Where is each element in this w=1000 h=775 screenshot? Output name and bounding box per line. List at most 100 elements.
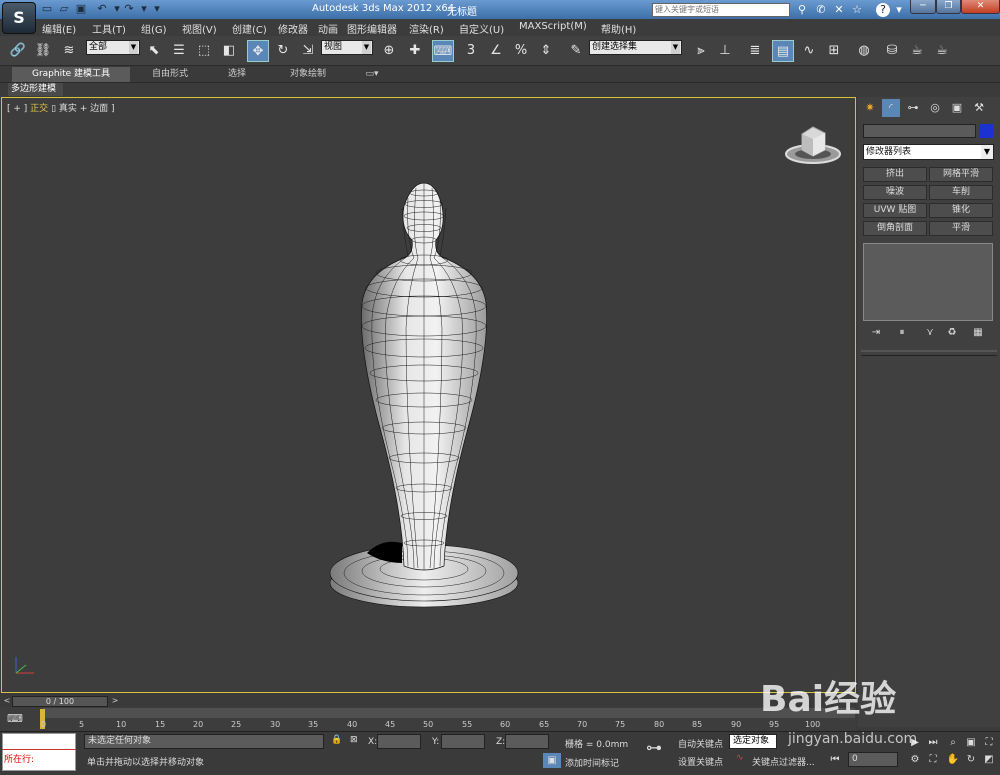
go-to-start-icon[interactable]: ⏮	[826, 752, 844, 767]
motion-tab-icon[interactable]: ◎	[926, 99, 944, 117]
field-of-view-icon[interactable]: ◩	[980, 752, 998, 767]
align-icon[interactable]: ⊥	[714, 40, 736, 62]
mirror-icon[interactable]: ⫸	[690, 40, 712, 62]
z-coordinate-field[interactable]	[505, 734, 549, 749]
pan-view-icon[interactable]: ✋	[944, 752, 962, 767]
modifier-extrude-button[interactable]: 挤出	[863, 167, 927, 182]
viewport-label[interactable]: [ + ] 正交 ▯ 真实 + 边面 ]	[7, 101, 115, 114]
redo-icon[interactable]: ↷	[122, 2, 136, 16]
lock-selection-icon[interactable]: 🔒	[331, 735, 342, 745]
application-button[interactable]: S	[2, 2, 36, 34]
snaps-toggle-icon[interactable]: 3	[460, 40, 482, 62]
new-file-icon[interactable]: ▭	[40, 2, 54, 16]
save-icon[interactable]: ▣	[74, 2, 88, 16]
modify-tab-icon[interactable]: ◜	[882, 99, 900, 117]
configure-sets-icon[interactable]: ▦	[970, 327, 986, 341]
perspective-viewport[interactable]: [ + ] 正交 ▯ 真实 + 边面 ]	[1, 97, 856, 693]
layer-manager-icon[interactable]: ≣	[744, 40, 766, 62]
selection-region-icon[interactable]: ⬚	[193, 40, 215, 62]
display-tab-icon[interactable]: ▣	[948, 99, 966, 117]
modifier-taper-button[interactable]: 锥化	[929, 203, 993, 218]
rendered-frame-window-icon[interactable]: ☕	[906, 40, 928, 62]
ribbon-panel-polygon-modeling[interactable]: 多边形建模	[8, 83, 63, 96]
mini-curve-editor-icon[interactable]: ⌨	[6, 712, 24, 726]
select-by-name-icon[interactable]: ☰	[168, 40, 190, 62]
current-frame-field[interactable]: 0	[848, 752, 898, 767]
spinner-snap-icon[interactable]: ⇕	[535, 40, 557, 62]
bind-space-warp-icon[interactable]: ≋	[58, 40, 80, 62]
go-to-end-icon[interactable]: ⏭	[924, 735, 942, 750]
auto-key-button[interactable]: 自动关键点	[678, 737, 723, 750]
set-key-button[interactable]: 设置关键点	[678, 755, 723, 768]
zoom-all-icon[interactable]: ▣	[962, 735, 980, 750]
viewcube[interactable]	[782, 120, 844, 170]
set-key-icon[interactable]: ⊶	[646, 738, 662, 757]
modifier-list-dropdown[interactable]: 修改器列表 ▼	[863, 144, 994, 160]
close-button[interactable]: ✕	[961, 0, 1000, 14]
tab-selection[interactable]: 选择	[210, 67, 264, 82]
viewport-shading-label[interactable]: 真实	[59, 104, 77, 114]
menu-tools[interactable]: 工具(T)	[92, 21, 126, 36]
add-time-tag-button[interactable]: 添加时间标记	[565, 756, 619, 769]
menu-customize[interactable]: 自定义(U)	[459, 21, 504, 36]
menu-rendering[interactable]: 渲染(R)	[409, 21, 444, 36]
utilities-tab-icon[interactable]: ⚒	[970, 99, 988, 117]
absolute-mode-icon[interactable]: ⊠	[350, 735, 358, 745]
maximize-viewport-icon[interactable]: ⛶	[980, 735, 998, 750]
select-and-scale-icon[interactable]: ⇲	[297, 40, 319, 62]
open-file-icon[interactable]: ▱	[57, 2, 71, 16]
pin-stack-icon[interactable]: ⇥	[868, 327, 884, 341]
ribbon-options-icon[interactable]: ▭▾	[360, 67, 384, 82]
create-tab-icon[interactable]: ✷	[861, 99, 879, 117]
menu-edit[interactable]: 编辑(E)	[42, 21, 76, 36]
time-next-icon[interactable]: >	[110, 696, 120, 707]
select-object-icon[interactable]: ⬉	[143, 40, 165, 62]
modifier-uvw-map-button[interactable]: UVW 贴图	[863, 203, 927, 218]
graphite-toggle-icon[interactable]: ▤	[772, 40, 794, 62]
select-manipulate-icon[interactable]: ✚	[404, 40, 426, 62]
modifier-meshsmooth-button[interactable]: 网格平滑	[929, 167, 993, 182]
key-filters-button[interactable]: 关键点过滤器...	[752, 755, 815, 768]
menu-create[interactable]: 创建(C)	[232, 21, 267, 36]
quick-access-more-icon[interactable]: ▾	[150, 2, 164, 16]
viewport-edges-label[interactable]: + 边面 ]	[80, 104, 115, 114]
menu-views[interactable]: 视图(V)	[182, 21, 217, 36]
modifier-bevel-profile-button[interactable]: 倒角剖面	[863, 221, 927, 236]
selection-filter-dropdown[interactable]: 全部 ▼	[86, 40, 140, 55]
tab-object-paint[interactable]: 对象绘制	[276, 67, 340, 82]
minimize-button[interactable]: ─	[910, 0, 936, 14]
time-tag-icon[interactable]: ▣	[543, 753, 561, 768]
angle-snap-icon[interactable]: ∠	[485, 40, 507, 62]
zoom-extents-icon[interactable]: ⛶	[924, 752, 942, 767]
subscription-icon[interactable]: ✕	[831, 2, 847, 17]
material-editor-icon[interactable]: ◍	[853, 40, 875, 62]
select-and-move-icon[interactable]: ✥	[247, 40, 269, 62]
object-name-field[interactable]	[863, 124, 976, 138]
curve-editor-icon[interactable]: ∿	[798, 40, 820, 62]
tab-freeform[interactable]: 自由形式	[140, 67, 200, 82]
show-end-result-icon[interactable]: ⏸	[894, 327, 910, 341]
menu-animation[interactable]: 动画	[318, 21, 338, 36]
menu-group[interactable]: 组(G)	[141, 21, 167, 36]
modifier-smooth-button[interactable]: 平滑	[929, 221, 993, 236]
communication-center-icon[interactable]: ✆	[813, 2, 829, 17]
menu-modifiers[interactable]: 修改器	[278, 21, 308, 36]
keyboard-shortcut-override-icon[interactable]: ⌨	[432, 40, 454, 62]
hierarchy-tab-icon[interactable]: ⊶	[904, 99, 922, 117]
menu-maxscript[interactable]: MAXScript(M)	[519, 21, 587, 32]
favorites-star-icon[interactable]: ☆	[849, 2, 865, 17]
modifier-noise-button[interactable]: 噪波	[863, 185, 927, 200]
viewport-view-label[interactable]: 正交	[30, 104, 48, 114]
restore-button[interactable]: ❐	[936, 0, 961, 14]
zoom-icon[interactable]: ⌕	[944, 735, 962, 750]
x-coordinate-field[interactable]	[377, 734, 421, 749]
make-unique-icon[interactable]: ⋎	[922, 327, 938, 341]
help-icon[interactable]: ?	[876, 3, 890, 17]
help-search-input[interactable]: 键入关键字或短语	[652, 3, 790, 17]
key-mode-dropdown[interactable]: 选定对象	[729, 734, 777, 749]
schematic-view-icon[interactable]: ⊞	[823, 40, 845, 62]
key-filter-curve-icon[interactable]: ∿	[736, 753, 744, 763]
percent-snap-icon[interactable]: %	[510, 40, 532, 62]
track-bar-ruler[interactable]	[43, 708, 855, 718]
time-prev-icon[interactable]: <	[2, 696, 12, 707]
